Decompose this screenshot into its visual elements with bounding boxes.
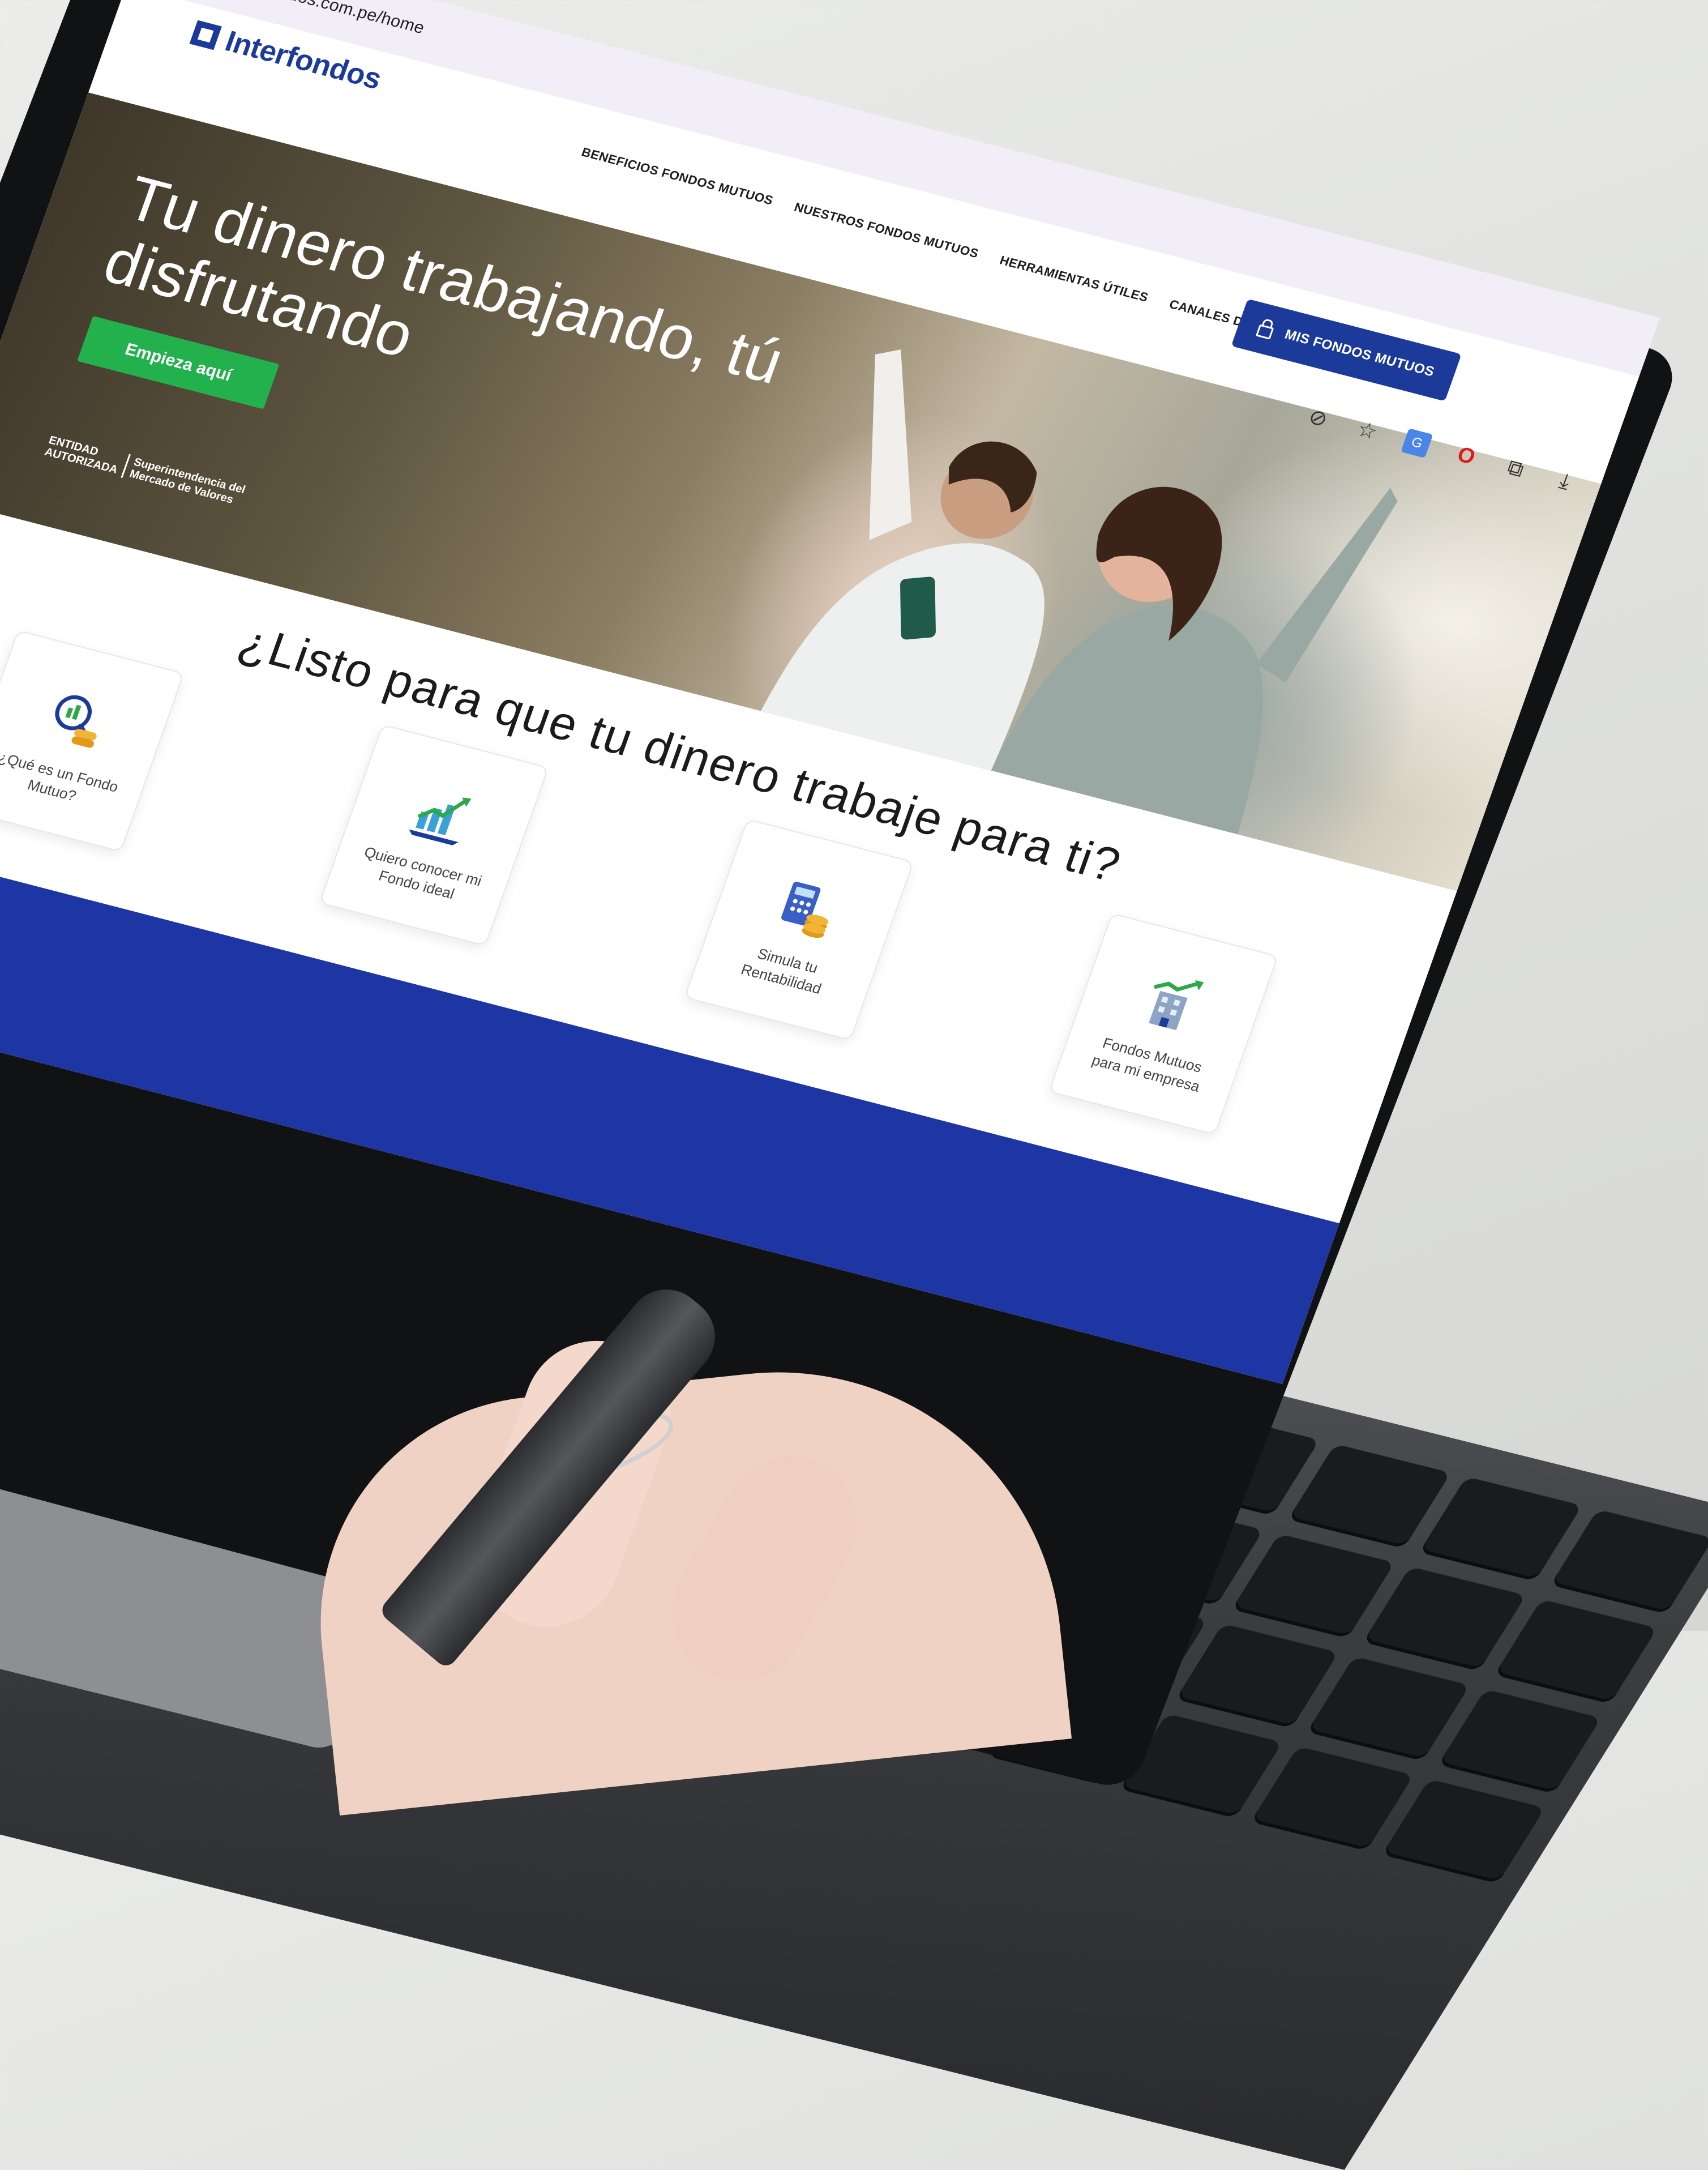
- regulator-badge: ENTIDAD AUTORIZADA Superintendencia del …: [43, 434, 247, 508]
- key: [1550, 1509, 1708, 1614]
- magnifier-coins-icon: [55, 695, 97, 748]
- card-fondo-ideal[interactable]: Quiero conocer mi Fondo ideal: [319, 724, 549, 947]
- key: [1494, 1599, 1658, 1704]
- card-label: Simula tu Rentabilidad: [739, 945, 824, 997]
- growth-chart-icon: [409, 797, 472, 845]
- logo-square-icon: [189, 20, 222, 50]
- key: [1381, 1779, 1546, 1884]
- key: [1250, 1746, 1414, 1851]
- key: [1231, 1533, 1395, 1639]
- card-label: Fondos Mutuos para mi empresa: [1089, 1034, 1205, 1095]
- key: [1363, 1566, 1526, 1671]
- card-label: Quiero conocer mi Fondo ideal: [362, 843, 485, 903]
- key: [1419, 1476, 1582, 1582]
- building-growth-icon: [1149, 980, 1204, 1031]
- key: [1175, 1624, 1339, 1728]
- key: [1306, 1656, 1470, 1761]
- key: [1287, 1443, 1451, 1549]
- calculator-coins-icon: [781, 881, 829, 938]
- lock-icon: [1256, 324, 1274, 340]
- key: [1437, 1689, 1602, 1794]
- card-fondos-empresa[interactable]: Fondos Mutuos para mi empresa: [1048, 913, 1279, 1135]
- card-que-es-fondo-mutuo[interactable]: ¿Qué es un Fondo Mutuo?: [0, 630, 185, 852]
- card-label: ¿Qué es un Fondo Mutuo?: [0, 748, 121, 805]
- card-simula-rentabilidad[interactable]: Simula tu Rentabilidad: [683, 818, 914, 1041]
